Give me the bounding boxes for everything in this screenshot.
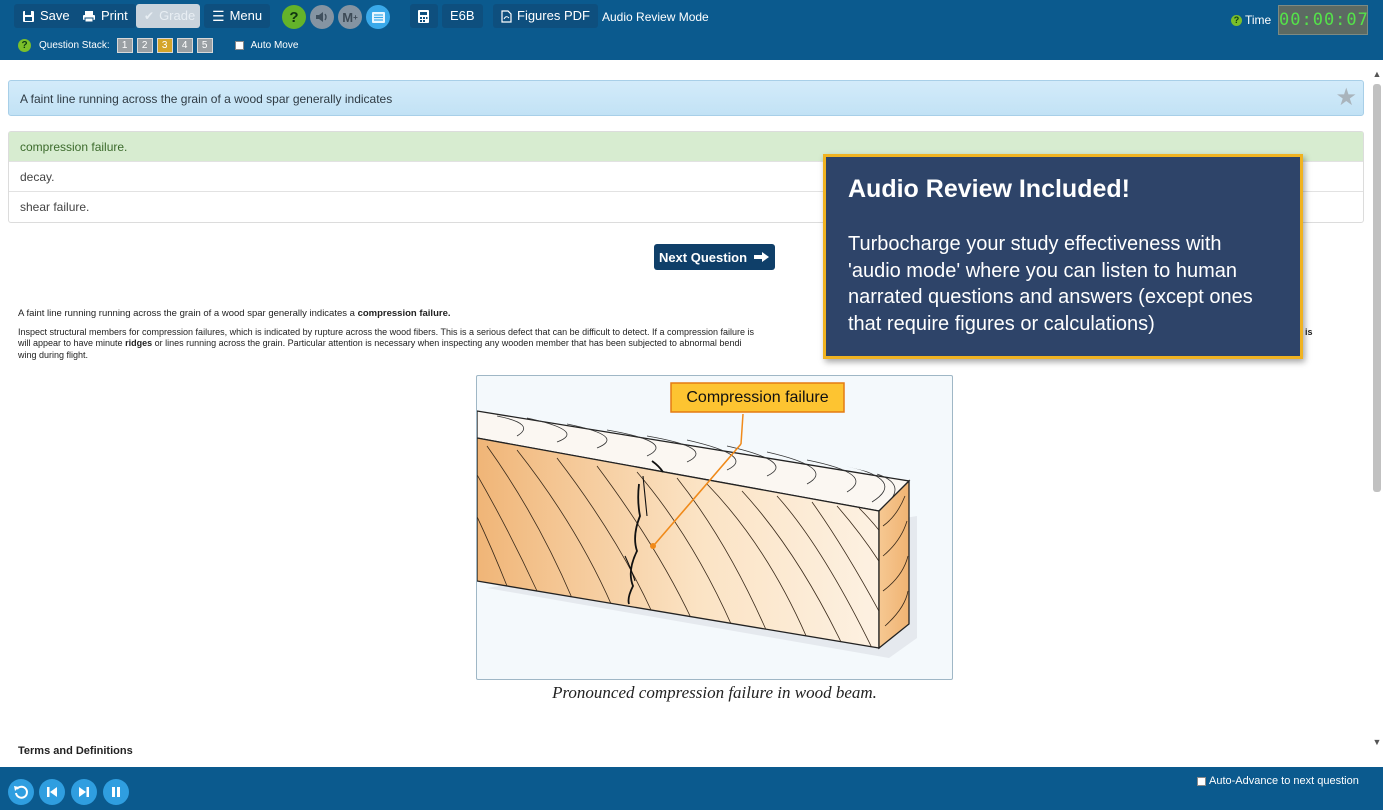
- stack-item-1[interactable]: 1: [116, 38, 133, 53]
- hamburger-icon: ☰: [212, 8, 225, 24]
- menu-button[interactable]: ☰ Menu: [204, 4, 271, 28]
- timer-help-icon[interactable]: ?: [1231, 14, 1242, 26]
- figure-callout-label: Compression failure: [686, 389, 829, 406]
- scroll-up-icon[interactable]: ▲: [1371, 68, 1383, 80]
- grade-label: Grade: [159, 8, 196, 23]
- stack-item-3[interactable]: 3: [156, 38, 173, 53]
- terms-heading: Terms and Definitions: [18, 745, 133, 757]
- timer-display: 00:00:07: [1278, 5, 1368, 35]
- question-text: A faint line running across the grain of…: [20, 92, 393, 106]
- auto-move-label: Auto Move: [250, 40, 299, 51]
- auto-advance-checkbox[interactable]: [1197, 776, 1206, 786]
- e6b-button[interactable]: E6B: [442, 4, 483, 28]
- print-button[interactable]: Print: [74, 4, 136, 28]
- help-icon[interactable]: ?: [282, 5, 306, 29]
- promo-title: Audio Review Included!: [848, 175, 1130, 203]
- arrow-right-icon: [754, 252, 770, 262]
- vertical-scrollbar[interactable]: ▲ ▼: [1371, 68, 1383, 750]
- save-label: Save: [40, 8, 70, 23]
- detail-line-2-start: will appear to have minute: [18, 338, 123, 348]
- printer-icon: [83, 10, 95, 22]
- top-toolbar: Save Print ✔ Grade ☰ Menu ? M + E6B Figur…: [0, 0, 1383, 60]
- timer-label-text: Time: [1245, 13, 1272, 27]
- e6b-label: E6B: [450, 8, 475, 23]
- audio-review-promo: Audio Review Included! Turbocharge your …: [823, 154, 1303, 359]
- notes-icon[interactable]: [366, 5, 390, 29]
- wood-beam-illustration: [477, 382, 917, 658]
- replay-icon[interactable]: [8, 779, 34, 805]
- help-glyph: ?: [289, 8, 299, 26]
- question-stack-label: Question Stack:: [39, 40, 110, 51]
- star-icon[interactable]: ★: [1335, 86, 1357, 110]
- playback-bar: Auto-Advance to next question: [0, 767, 1383, 810]
- summary-answer: compression failure.: [357, 308, 451, 319]
- promo-body: Turbocharge your study effectiveness wit…: [848, 233, 1253, 335]
- markup-superscript: +: [353, 12, 358, 22]
- auto-move-checkbox[interactable]: [234, 41, 244, 50]
- summary-text: A faint line running running across the …: [18, 308, 355, 319]
- auto-advance-toggle[interactable]: Auto-Advance to next question: [1197, 775, 1359, 787]
- calculator-button[interactable]: [410, 4, 438, 28]
- skip-forward-icon[interactable]: [71, 779, 97, 805]
- detail-line-2-bold: ridges: [125, 338, 153, 348]
- question-stack: ? Question Stack: 1 2 3 4 5 Auto Move: [18, 38, 298, 53]
- next-question-button[interactable]: Next Question: [654, 244, 775, 270]
- figures-pdf-label: Figures PDF: [517, 8, 590, 23]
- menu-label: Menu: [229, 8, 263, 23]
- pause-icon[interactable]: [103, 779, 129, 805]
- floppy-disk-icon: [23, 10, 34, 22]
- calculator-icon: [418, 9, 429, 23]
- mode-label: Audio Review Mode: [602, 10, 709, 24]
- save-button[interactable]: Save: [14, 4, 78, 28]
- auto-advance-label: Auto-Advance to next question: [1209, 775, 1359, 787]
- pdf-file-icon: [501, 9, 512, 23]
- timer-label: ? Time: [1231, 13, 1271, 27]
- detail-line-2-end: or lines running across the grain. Parti…: [154, 338, 742, 348]
- stack-item-4[interactable]: 4: [176, 38, 193, 53]
- speaker-icon[interactable]: [310, 5, 334, 29]
- scroll-down-icon[interactable]: ▼: [1371, 736, 1383, 748]
- question-panel: A faint line running across the grain of…: [8, 80, 1364, 116]
- checkmark-icon: ✔: [144, 9, 155, 23]
- grade-button[interactable]: ✔ Grade: [136, 4, 200, 28]
- print-label: Print: [101, 8, 128, 23]
- help-icon[interactable]: ?: [18, 39, 31, 52]
- figure-caption: Pronounced compression failure in wood b…: [552, 683, 877, 702]
- markup-glyph: M: [342, 9, 354, 25]
- skip-back-icon[interactable]: [39, 779, 65, 805]
- next-question-label: Next Question: [658, 249, 748, 265]
- compression-failure-figure: Compression failure: [476, 375, 953, 680]
- figures-pdf-button[interactable]: Figures PDF: [493, 4, 598, 28]
- detail-line-1: Inspect structural members for compressi…: [18, 326, 755, 337]
- stack-item-5[interactable]: 5: [196, 38, 213, 53]
- scroll-thumb[interactable]: [1373, 84, 1381, 492]
- detail-line-1-end: is: [1305, 326, 1313, 337]
- markup-icon[interactable]: M +: [338, 5, 362, 29]
- stack-item-2[interactable]: 2: [136, 38, 153, 53]
